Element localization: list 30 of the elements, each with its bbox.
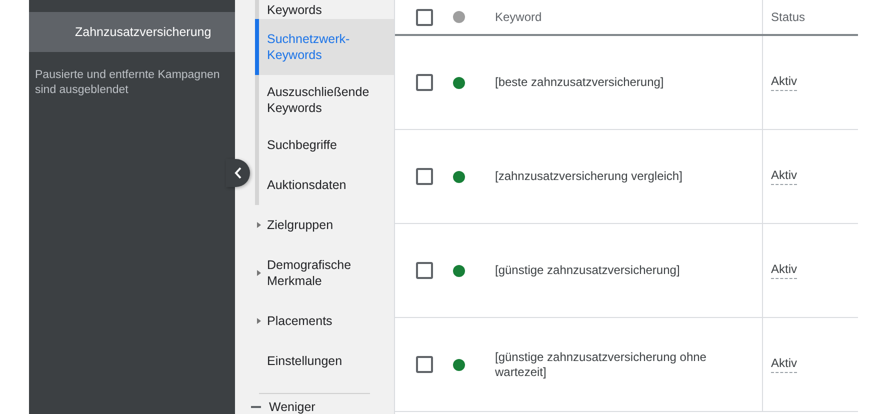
nav-item[interactable]: Demografische Merkmale xyxy=(255,245,394,301)
nav-item[interactable]: Auszuschließende Keywords xyxy=(255,75,394,125)
keyword-cell-text: [günstige zahnzusatzversicherung ohne wartezeit] xyxy=(495,350,708,380)
status-value[interactable]: Aktiv xyxy=(771,74,798,91)
row-checkbox[interactable] xyxy=(416,262,433,279)
keyword-cell: [zahnzusatzversicherung vergleich] xyxy=(495,169,682,184)
collapsed-triangle-icon xyxy=(257,222,261,228)
show-less-button[interactable]: Weniger xyxy=(251,400,394,414)
column-header[interactable]: Keyword xyxy=(495,10,542,24)
nav-item[interactable]: Zielgruppen xyxy=(255,205,394,245)
collapsed-triangle-icon xyxy=(257,270,261,276)
status-value[interactable]: Aktiv xyxy=(771,356,798,373)
collapsed-triangle-icon xyxy=(257,318,261,324)
keyword-cell: [beste zahnzusatzversicherung] xyxy=(495,75,664,90)
row-checkbox[interactable] xyxy=(416,168,433,185)
nav-item[interactable]: Suchbegriffe xyxy=(255,125,394,165)
chevron-left-icon xyxy=(234,167,242,179)
select-all-checkbox[interactable] xyxy=(416,8,433,26)
hidden-campaigns-note: Pausierte und entfernte Kampagnen sind ausgeblendet xyxy=(34,68,221,98)
nav-item[interactable]: Placements xyxy=(255,301,394,341)
minus-icon xyxy=(251,406,261,408)
row-checkbox[interactable] xyxy=(416,356,433,373)
keyword-cell: [günstige zahnzusatzversicherung] xyxy=(495,263,680,278)
nav-item[interactable]: Auktionsdaten xyxy=(255,165,394,205)
status-value[interactable]: Aktiv xyxy=(771,168,798,185)
column-header[interactable]: Status xyxy=(771,10,806,24)
campaign-item[interactable]: Zahnzusatzversicherung xyxy=(29,12,235,52)
status-value[interactable]: Aktiv xyxy=(771,262,798,279)
row-checkbox[interactable] xyxy=(416,74,433,91)
nav-item[interactable]: Einstellungen xyxy=(255,341,394,381)
